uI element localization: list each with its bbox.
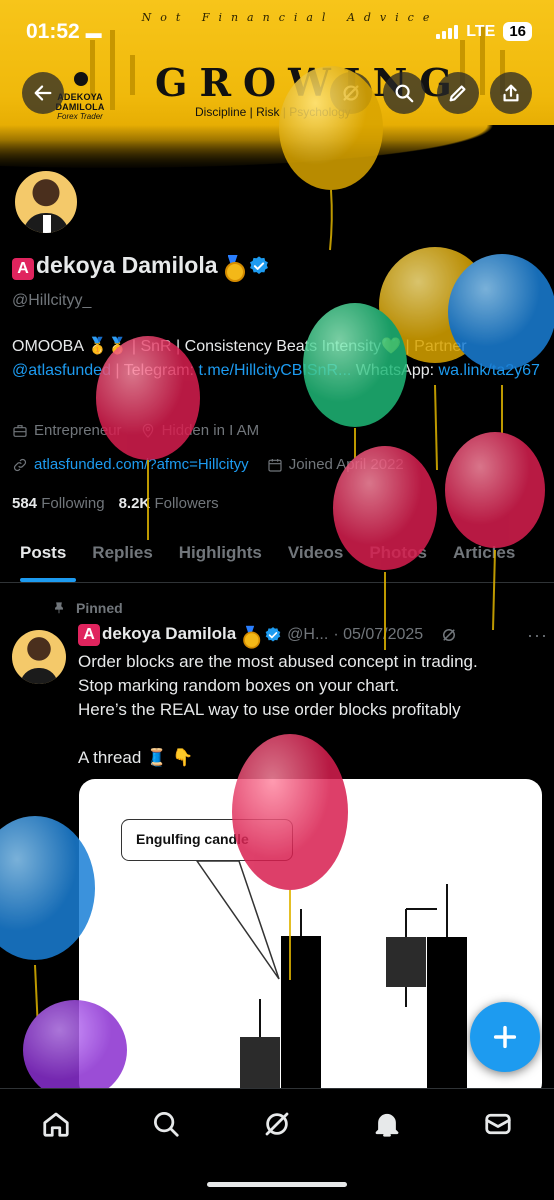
pin-icon	[55, 602, 63, 614]
profile-joined: Joined April 2022	[267, 456, 404, 473]
banner-brand-role: Forex Trader	[57, 112, 103, 121]
briefcase-icon	[13, 424, 27, 437]
post-author-name[interactable]: Adekoya Damilola	[78, 624, 236, 646]
search-icon	[154, 1112, 179, 1137]
status-indicators: LTE 16	[436, 22, 532, 41]
tab-photos[interactable]: Photos	[369, 528, 427, 582]
banner-tagline: Discipline | Risk | Psychology	[195, 105, 351, 119]
bell-icon	[375, 1113, 399, 1137]
status-time: 01:52 ▬	[26, 20, 102, 43]
calendar-icon	[268, 458, 282, 472]
post-author-avatar[interactable]	[12, 630, 66, 684]
medal-icon	[224, 255, 245, 282]
tab-videos[interactable]: Videos	[288, 528, 343, 582]
back-arrow-icon	[34, 85, 52, 101]
profile-name-row: Adekoya Damilola	[12, 252, 270, 282]
post-header: Adekoya Damilola @H... · 05/07/2025 ···	[78, 624, 548, 649]
profile-website[interactable]: atlasfunded.com/?afmc=Hillcityy	[12, 456, 249, 473]
signal-icon	[436, 24, 459, 39]
nav-notifications[interactable]	[372, 1109, 402, 1139]
person-icon	[72, 70, 90, 88]
tab-articles[interactable]: Articles	[453, 528, 515, 582]
more-options-button[interactable]: ···	[527, 625, 548, 646]
verified-badge-icon	[265, 627, 281, 642]
home-indicator	[207, 1182, 347, 1187]
profile-bio: OMOOBA 🥇🥇 | SnR | Consistency Beats Inte…	[12, 338, 540, 379]
followers-link[interactable]: 8.2K Followers	[119, 495, 219, 512]
bio-telegram-link[interactable]: t.me/HillcityCBISnR...	[198, 362, 351, 379]
status-bar: 01:52 ▬ LTE 16	[0, 0, 554, 60]
plus-icon	[493, 1025, 517, 1049]
network-label: LTE	[466, 22, 496, 40]
share-icon	[503, 84, 519, 102]
grok-button[interactable]	[330, 72, 372, 114]
pen-icon	[449, 85, 466, 102]
search-icon	[395, 84, 414, 103]
verified-badge-icon[interactable]	[248, 255, 270, 277]
profile-category: Entrepreneur	[12, 422, 122, 439]
post-handle: @H...	[287, 626, 329, 643]
profile-location: Hidden in I AM	[140, 422, 259, 439]
medal-icon	[243, 626, 261, 649]
compose-button[interactable]	[470, 1002, 540, 1072]
follow-counts: 584 Following 8.2K Followers	[12, 495, 219, 512]
search-button[interactable]	[383, 72, 425, 114]
grok-icon	[343, 85, 359, 101]
bio-whatsapp-link[interactable]: wa.link/ta2y67	[439, 362, 540, 379]
pinned-label: Pinned	[52, 600, 123, 616]
tab-posts[interactable]: Posts	[20, 528, 77, 582]
profile-meta-links: atlasfunded.com/?afmc=Hillcityy Joined A…	[12, 456, 404, 473]
back-button[interactable]	[22, 72, 64, 114]
location-pin-icon	[142, 423, 153, 438]
link-icon	[13, 458, 27, 471]
tab-highlights[interactable]: Highlights	[179, 528, 262, 582]
nav-messages[interactable]	[483, 1109, 513, 1139]
nav-home[interactable]	[41, 1109, 71, 1139]
profile-name: Adekoya Damilola	[12, 252, 218, 280]
nav-grok[interactable]	[262, 1109, 292, 1139]
grok-icon	[265, 1112, 289, 1136]
edit-button[interactable]	[437, 72, 479, 114]
share-button[interactable]	[490, 72, 532, 114]
profile-meta: Entrepreneur Hidden in I AM	[12, 422, 259, 439]
nav-search[interactable]	[151, 1109, 181, 1139]
post-date: · 05/07/2025	[333, 626, 424, 643]
battery-indicator: 16	[503, 22, 532, 41]
banner-drip	[0, 125, 554, 175]
bio-mention-link[interactable]: @atlasfunded	[12, 362, 111, 379]
grok-icon[interactable]	[440, 626, 458, 644]
profile-tabs: Posts Replies Highlights Videos Photos A…	[0, 528, 554, 583]
tab-replies[interactable]: Replies	[92, 528, 152, 582]
post-text: Order blocks are the most abused concept…	[78, 652, 478, 767]
profile-handle: @Hillcityy_	[12, 292, 92, 309]
following-link[interactable]: 584 Following	[12, 495, 105, 512]
mail-icon	[485, 1113, 511, 1135]
profile-avatar[interactable]	[12, 168, 80, 236]
home-icon	[43, 1112, 69, 1137]
